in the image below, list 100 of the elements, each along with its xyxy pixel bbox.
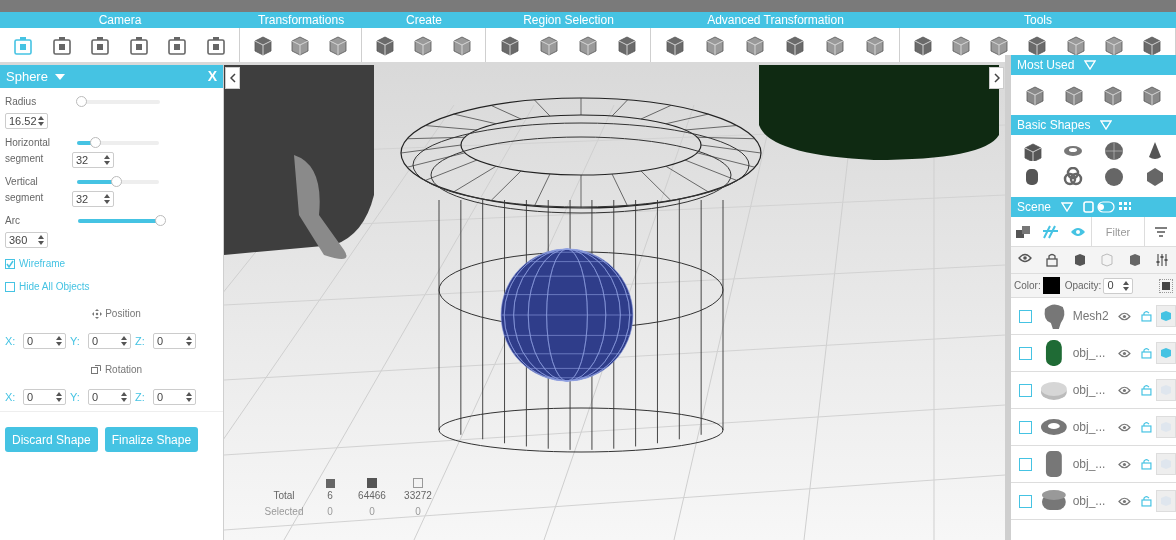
cube-icon bbox=[576, 34, 599, 56]
unlocked-lock-icon bbox=[1141, 458, 1153, 470]
slider-thumb[interactable] bbox=[76, 95, 88, 107]
object-name: obj_... bbox=[1072, 419, 1107, 436]
cube-icon bbox=[289, 34, 312, 56]
number-field[interactable]: 0 bbox=[88, 388, 131, 405]
scene-tool-button[interactable] bbox=[1045, 253, 1060, 267]
cube-icon bbox=[664, 34, 686, 56]
scene-tool-button[interactable] bbox=[1072, 253, 1087, 267]
polyhedron-icon bbox=[1145, 167, 1166, 187]
scene-object-row[interactable]: obj_... bbox=[1011, 483, 1176, 520]
cube-icon bbox=[912, 34, 935, 56]
spinner-icon bbox=[104, 194, 110, 204]
spinner-icon bbox=[104, 155, 110, 165]
face-icon bbox=[367, 478, 377, 488]
scene-object-row[interactable]: Mesh2 bbox=[1011, 298, 1176, 335]
filter-field[interactable]: Filter bbox=[1091, 216, 1145, 247]
unlocked-lock-icon bbox=[1141, 495, 1153, 507]
number-field[interactable]: 0 bbox=[153, 388, 196, 405]
shape-button[interactable] bbox=[1062, 167, 1083, 187]
spinner-icon bbox=[38, 235, 44, 245]
object-name: Mesh2 bbox=[1072, 308, 1110, 325]
opacity-label: Opacity: bbox=[1064, 279, 1102, 293]
cube-icon bbox=[1102, 34, 1125, 56]
checkbox[interactable] bbox=[5, 258, 15, 269]
collapse-triangle-icon bbox=[1084, 60, 1097, 70]
camera-icon bbox=[166, 34, 189, 56]
lock-icon bbox=[1045, 253, 1060, 267]
shape-tool-button[interactable] bbox=[1023, 84, 1046, 106]
spinner-icon bbox=[121, 391, 127, 402]
checkbox[interactable] bbox=[1019, 494, 1032, 508]
checkbox[interactable] bbox=[1019, 457, 1032, 471]
spinner-icon bbox=[186, 391, 192, 402]
scene-object-row[interactable]: obj_... bbox=[1011, 409, 1176, 446]
shape-button[interactable] bbox=[1145, 167, 1166, 187]
number-field[interactable]: 360 bbox=[5, 232, 48, 248]
section-title: Scene bbox=[1017, 199, 1052, 216]
slider-thumb[interactable] bbox=[155, 214, 166, 226]
cube-icon bbox=[744, 34, 766, 56]
section-title: Basic Shapes bbox=[1017, 117, 1091, 134]
cube-icon bbox=[1160, 310, 1173, 322]
unlocked-lock-icon bbox=[1141, 347, 1153, 359]
cube-icon bbox=[1141, 84, 1164, 106]
eye-icon bbox=[1118, 311, 1132, 321]
number-field[interactable]: 0 bbox=[1103, 277, 1134, 294]
cube-icon bbox=[412, 34, 435, 56]
scene-tool-button[interactable] bbox=[1155, 253, 1170, 267]
number-field[interactable]: 0 bbox=[23, 333, 66, 350]
checkbox[interactable] bbox=[5, 281, 15, 292]
shape-button[interactable] bbox=[1104, 141, 1125, 161]
view-toggle-icon bbox=[1083, 201, 1132, 213]
object-name: obj_... bbox=[1072, 382, 1107, 399]
section-title: Rotation bbox=[104, 362, 143, 377]
shape-button[interactable] bbox=[1104, 167, 1125, 187]
collapse-left-button[interactable] bbox=[225, 67, 240, 89]
cube-icon bbox=[1064, 34, 1087, 56]
sliders-icon bbox=[1155, 253, 1170, 267]
number-field[interactable]: 0 bbox=[153, 333, 196, 350]
spinner-icon bbox=[186, 336, 192, 347]
scene-object-row[interactable]: obj_... bbox=[1011, 372, 1176, 409]
number-field[interactable]: 32 bbox=[72, 191, 114, 207]
checkbox[interactable] bbox=[1019, 383, 1032, 397]
stats-value: 0 bbox=[414, 505, 422, 519]
number-field[interactable]: 0 bbox=[88, 333, 131, 350]
cube-icon bbox=[784, 34, 806, 56]
number-field[interactable]: 32 bbox=[72, 152, 114, 168]
cube-icon bbox=[374, 34, 397, 56]
spinner-icon bbox=[56, 391, 62, 402]
unlocked-lock-icon bbox=[1141, 384, 1153, 396]
axis-label: X: bbox=[5, 334, 17, 349]
checkbox[interactable] bbox=[1019, 309, 1032, 323]
shape-button[interactable] bbox=[1021, 141, 1042, 161]
field-label: Horizontal segment bbox=[5, 136, 52, 166]
axis-label: X: bbox=[5, 389, 17, 405]
panel-title: Sphere bbox=[6, 67, 48, 86]
checkbox[interactable] bbox=[1019, 346, 1032, 360]
checkbox[interactable] bbox=[1019, 420, 1032, 434]
select-button[interactable] bbox=[1159, 278, 1173, 293]
eye-icon bbox=[1118, 385, 1132, 395]
checkmark-icon bbox=[6, 259, 14, 268]
eye-icon bbox=[1118, 422, 1132, 432]
color-swatch[interactable] bbox=[1042, 277, 1060, 294]
cube-icon bbox=[1026, 34, 1049, 56]
number-field[interactable]: 16.52 bbox=[5, 113, 48, 129]
stats-label: Selected bbox=[263, 505, 305, 519]
slider-thumb[interactable] bbox=[90, 137, 102, 148]
cube-icon bbox=[615, 34, 638, 56]
stats-label: Total bbox=[272, 489, 296, 503]
filter-lines-icon bbox=[1154, 226, 1167, 237]
scene-object-row[interactable]: obj_... bbox=[1011, 446, 1176, 483]
shape-tool-button[interactable] bbox=[1102, 84, 1125, 106]
stats-value: 6 bbox=[326, 489, 334, 503]
slider-thumb[interactable] bbox=[110, 176, 122, 187]
collapse-right-button[interactable] bbox=[989, 67, 1004, 89]
scene-tool-button[interactable] bbox=[1127, 253, 1142, 267]
shape-tool-button[interactable] bbox=[1062, 84, 1085, 106]
number-field[interactable]: 0 bbox=[23, 388, 66, 405]
sphere-icon bbox=[1104, 167, 1125, 187]
scene-object-row[interactable]: obj_... bbox=[1011, 335, 1176, 372]
shape-tool-button[interactable] bbox=[1141, 84, 1164, 106]
